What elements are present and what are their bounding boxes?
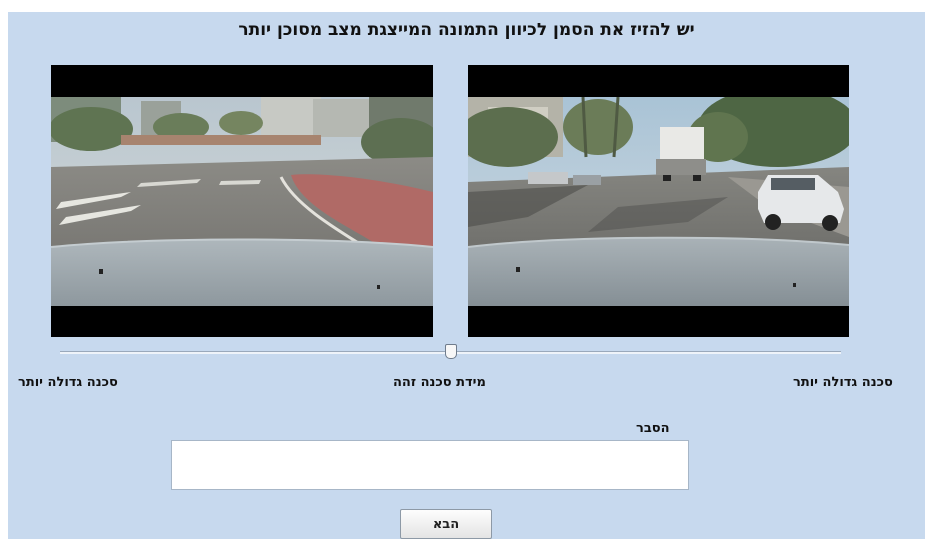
explanation-label: הסבר (636, 421, 670, 436)
scale-label-left: סכנה גדולה יותר (18, 375, 118, 390)
instruction-title: יש להזיז את הסמן לכיוון התמונה המייצגת מ… (238, 20, 695, 40)
video-left[interactable] (51, 65, 433, 337)
danger-slider-thumb[interactable] (445, 344, 457, 359)
scale-label-right: סכנה גדולה יותר (793, 375, 893, 390)
video-frame-roundabout-icon (51, 97, 433, 306)
video-frame-street-truck-icon (468, 97, 849, 306)
scale-label-center: מידת סכנה זהה (393, 375, 486, 390)
explanation-textarea[interactable] (171, 440, 689, 490)
next-button[interactable]: הבא (400, 509, 492, 539)
survey-panel: יש להזיז את הסמן לכיוון התמונה המייצגת מ… (8, 12, 925, 539)
video-right[interactable] (468, 65, 849, 337)
